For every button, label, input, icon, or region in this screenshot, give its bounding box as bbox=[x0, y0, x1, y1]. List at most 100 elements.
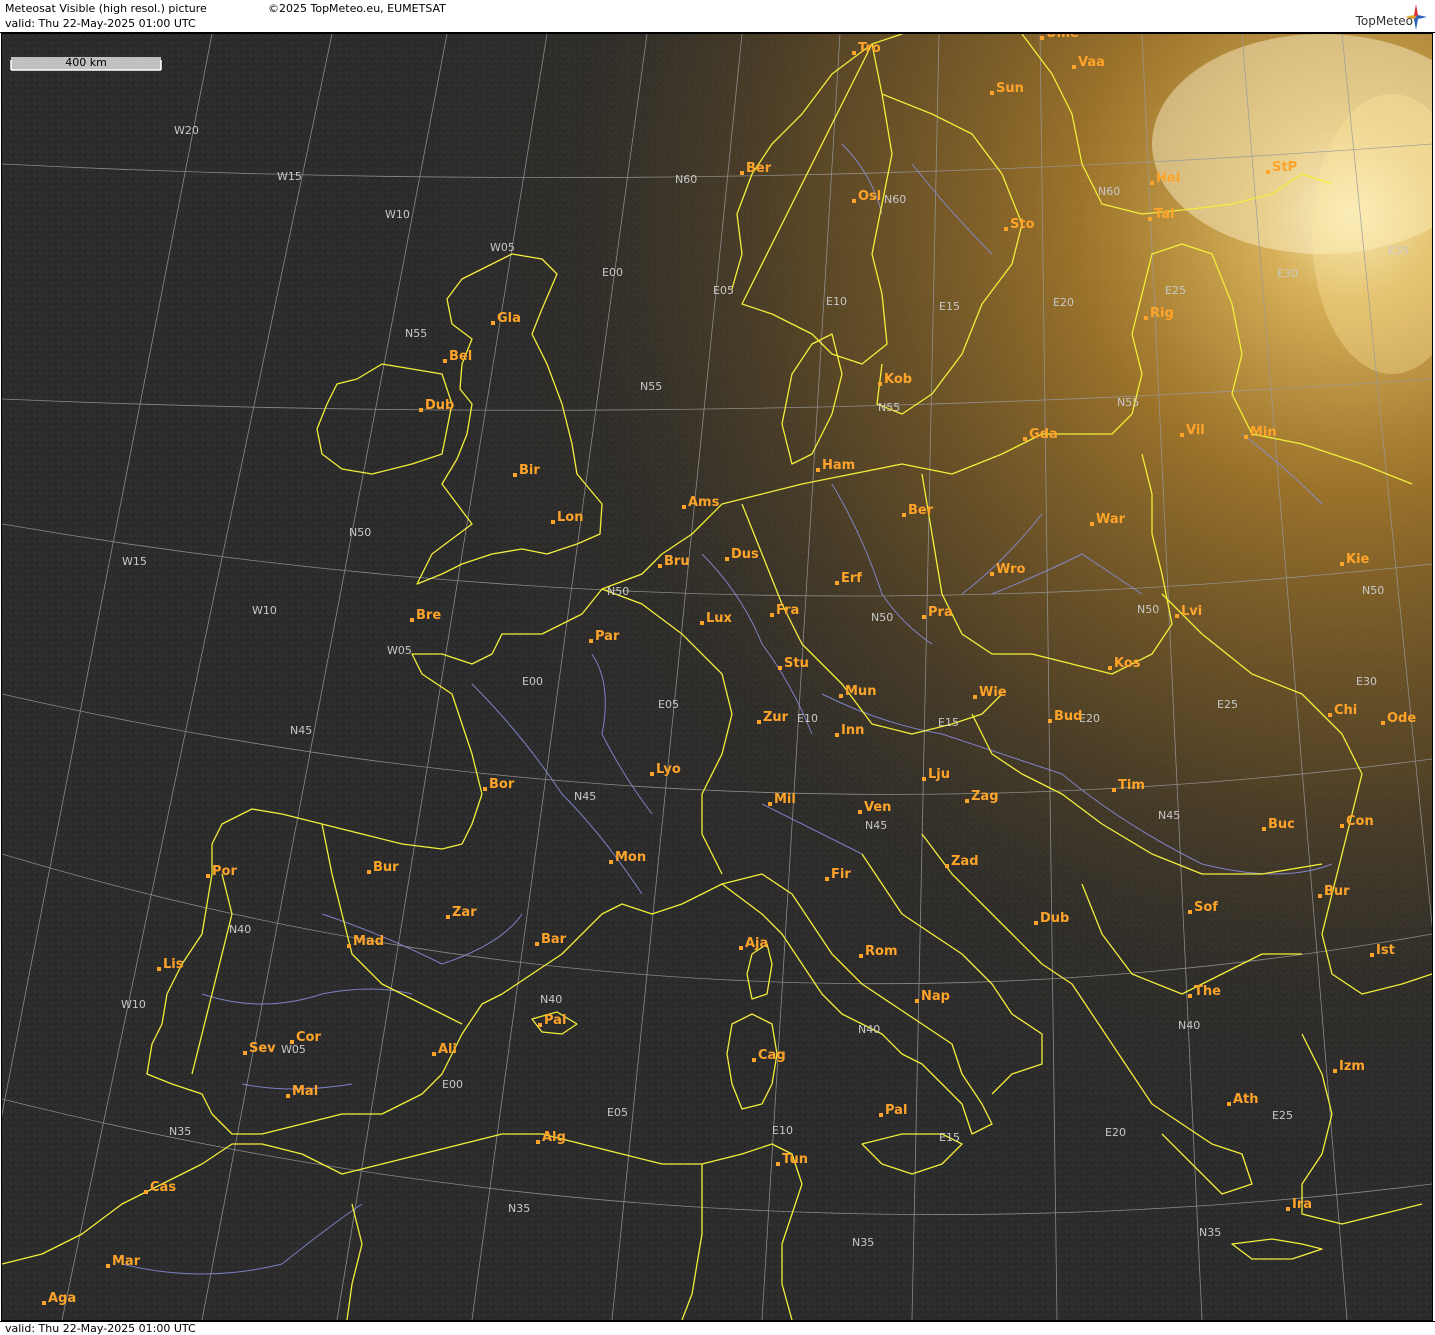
city-dot bbox=[1034, 921, 1038, 925]
city-label: Min bbox=[1250, 425, 1277, 440]
grid-label-n50: N50 bbox=[1362, 584, 1384, 597]
city-label: Ode bbox=[1387, 711, 1416, 726]
city-label: Ist bbox=[1376, 943, 1395, 958]
city-label: Buc bbox=[1268, 817, 1295, 832]
city-label: Fir bbox=[831, 867, 851, 882]
grid-label-e20: E20 bbox=[1053, 296, 1074, 309]
grid-label-e10: E10 bbox=[772, 1124, 793, 1137]
city-label: Ham bbox=[822, 458, 855, 473]
city-mad: Mad bbox=[347, 934, 384, 949]
city-dot bbox=[1381, 721, 1385, 725]
city-dot bbox=[551, 520, 555, 524]
city-label: Chi bbox=[1334, 703, 1357, 718]
city-label: Lvi bbox=[1181, 604, 1202, 619]
city-label: Lyo bbox=[656, 762, 681, 777]
city-mon: Mon bbox=[609, 850, 646, 865]
product-title: Meteosat Visible (high resol.) picture bbox=[5, 2, 207, 15]
city-zag: Zag bbox=[965, 789, 999, 804]
grid-label-e25: E25 bbox=[1165, 284, 1186, 297]
city-label: Alg bbox=[542, 1130, 566, 1145]
city-dot bbox=[347, 944, 351, 948]
grid-label-e05: E05 bbox=[607, 1106, 628, 1119]
grid-label-n50: N50 bbox=[871, 611, 893, 624]
city-label: Wro bbox=[996, 562, 1026, 577]
city-dot bbox=[1370, 953, 1374, 957]
city-dot bbox=[538, 1023, 542, 1027]
grid-label-w15: W15 bbox=[277, 170, 302, 183]
city-dot bbox=[106, 1264, 110, 1268]
city-dot bbox=[1072, 65, 1076, 69]
city-dot bbox=[419, 408, 423, 412]
grid-label-w20: W20 bbox=[174, 124, 199, 137]
city-label: Inn bbox=[841, 723, 864, 738]
city-dot bbox=[483, 787, 487, 791]
city-label: Mar bbox=[112, 1254, 141, 1269]
grid-label-w10: W10 bbox=[385, 208, 410, 221]
grid-label-e10: E10 bbox=[797, 712, 818, 725]
city-label: Kos bbox=[1114, 656, 1141, 671]
grid-label-n35: N35 bbox=[169, 1125, 191, 1138]
city-dot bbox=[535, 942, 539, 946]
city-label: Nap bbox=[921, 989, 950, 1004]
city-dot bbox=[157, 967, 161, 971]
grid-label-n45: N45 bbox=[290, 724, 312, 737]
city-dot bbox=[1340, 824, 1344, 828]
city-ode: Ode bbox=[1381, 711, 1416, 726]
grid-label-e10: E10 bbox=[826, 295, 847, 308]
city-dot bbox=[367, 870, 371, 874]
scale-label: 400 km bbox=[65, 56, 107, 69]
city-dot bbox=[491, 321, 495, 325]
city-dot bbox=[990, 572, 994, 576]
city-wro: Wro bbox=[990, 562, 1026, 577]
city-label: Tun bbox=[782, 1152, 808, 1167]
city-label: Bor bbox=[489, 777, 515, 792]
city-dot bbox=[1244, 435, 1248, 439]
city-label: Zag bbox=[971, 789, 999, 804]
grid-label-n50: N50 bbox=[349, 526, 371, 539]
city-label: Bru bbox=[664, 554, 690, 569]
city-dus: Dus bbox=[725, 547, 759, 562]
city-dot bbox=[852, 51, 856, 55]
footer-bar: valid: Thu 22-May-2025 01:00 UTC bbox=[0, 1321, 1435, 1335]
city-label: Zar bbox=[452, 905, 477, 920]
city-label: Bel bbox=[449, 349, 472, 364]
grid-label-n45: N45 bbox=[1158, 809, 1180, 822]
city-label: Sun bbox=[996, 81, 1024, 96]
city-label: Ath bbox=[1233, 1092, 1259, 1107]
footer-valid-time: valid: Thu 22-May-2025 01:00 UTC bbox=[5, 1322, 196, 1335]
grid-label-e35: E35 bbox=[1388, 244, 1409, 257]
city-dot bbox=[1318, 894, 1322, 898]
satellite-map[interactable]: 400 km W20 W15 W10 W05 E00 E05 E10 E15 E20 E25 E30… bbox=[1, 33, 1433, 1321]
city-label: Sev bbox=[249, 1041, 276, 1056]
city-dot bbox=[589, 639, 593, 643]
grid-label-n40: N40 bbox=[229, 923, 251, 936]
city-nap: Nap bbox=[915, 989, 950, 1004]
city-label: Rig bbox=[1150, 306, 1174, 321]
scale-bar: 400 km bbox=[10, 56, 162, 71]
grid-label-e20: E20 bbox=[1105, 1126, 1126, 1139]
grid-label-n40: N40 bbox=[1178, 1019, 1200, 1032]
city-dot bbox=[1040, 36, 1044, 40]
city-label: Par bbox=[595, 629, 620, 644]
city-label: The bbox=[1194, 984, 1221, 999]
city-war: War bbox=[1090, 512, 1126, 527]
city-wie: Wie bbox=[973, 685, 1007, 700]
city-label: Bud bbox=[1054, 709, 1082, 724]
city-label: Zad bbox=[951, 854, 979, 869]
city-dot bbox=[1333, 1069, 1337, 1073]
city-kob: Kob bbox=[878, 372, 912, 387]
meteosat-viewer: Meteosat Visible (high resol.) picture ©… bbox=[0, 0, 1435, 1335]
city-label: Bur bbox=[373, 860, 399, 875]
city-label: Pra bbox=[928, 605, 953, 620]
city-label: Stu bbox=[784, 656, 809, 671]
grid-label-n50: N50 bbox=[607, 585, 629, 598]
city-label: Ira bbox=[1292, 1197, 1312, 1212]
city-label: Con bbox=[1346, 814, 1374, 829]
grid-label-e00: E00 bbox=[522, 675, 543, 688]
city-label: Bar bbox=[541, 932, 567, 947]
city-dot bbox=[1328, 713, 1332, 717]
city-dot bbox=[878, 382, 882, 386]
grid-label-n55: N55 bbox=[1117, 396, 1139, 409]
grid-label-n60: N60 bbox=[884, 193, 906, 206]
city-label: Izm bbox=[1339, 1059, 1365, 1074]
